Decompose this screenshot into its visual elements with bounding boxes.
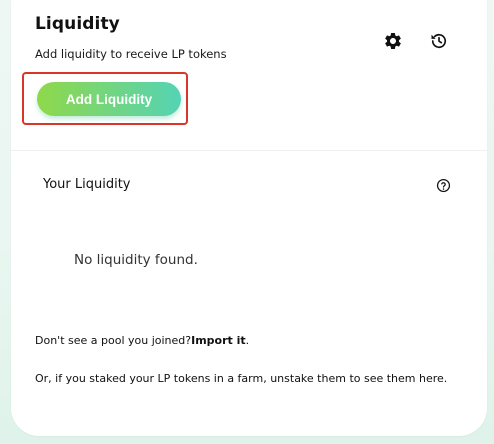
history-icon [431, 33, 447, 49]
import-pool-prompt: Don't see a pool you joined? [35, 334, 192, 347]
liquidity-card: Liquidity Add liquidity to receive LP to… [11, 0, 487, 436]
import-pool-link[interactable]: Import it [191, 334, 246, 347]
add-liquidity-highlight: Add Liquidity [22, 72, 188, 125]
empty-state-text: No liquidity found. [74, 252, 198, 268]
page-title: Liquidity [35, 14, 120, 34]
section-title: Your Liquidity [43, 177, 131, 192]
add-liquidity-button[interactable]: Add Liquidity [37, 82, 181, 116]
gear-icon [385, 32, 401, 49]
history-button[interactable] [426, 28, 452, 54]
page-subtitle: Add liquidity to receive LP tokens [35, 47, 227, 61]
liquidity-header: Liquidity Add liquidity to receive LP to… [11, 0, 487, 151]
question-circle-icon [436, 178, 450, 192]
settings-button[interactable] [380, 28, 406, 54]
help-button[interactable] [435, 177, 451, 193]
unstake-note: Or, if you staked your LP tokens in a fa… [35, 372, 448, 385]
import-pool-note: Don't see a pool you joined?Import it. [35, 334, 249, 347]
import-pool-period: . [245, 334, 250, 347]
